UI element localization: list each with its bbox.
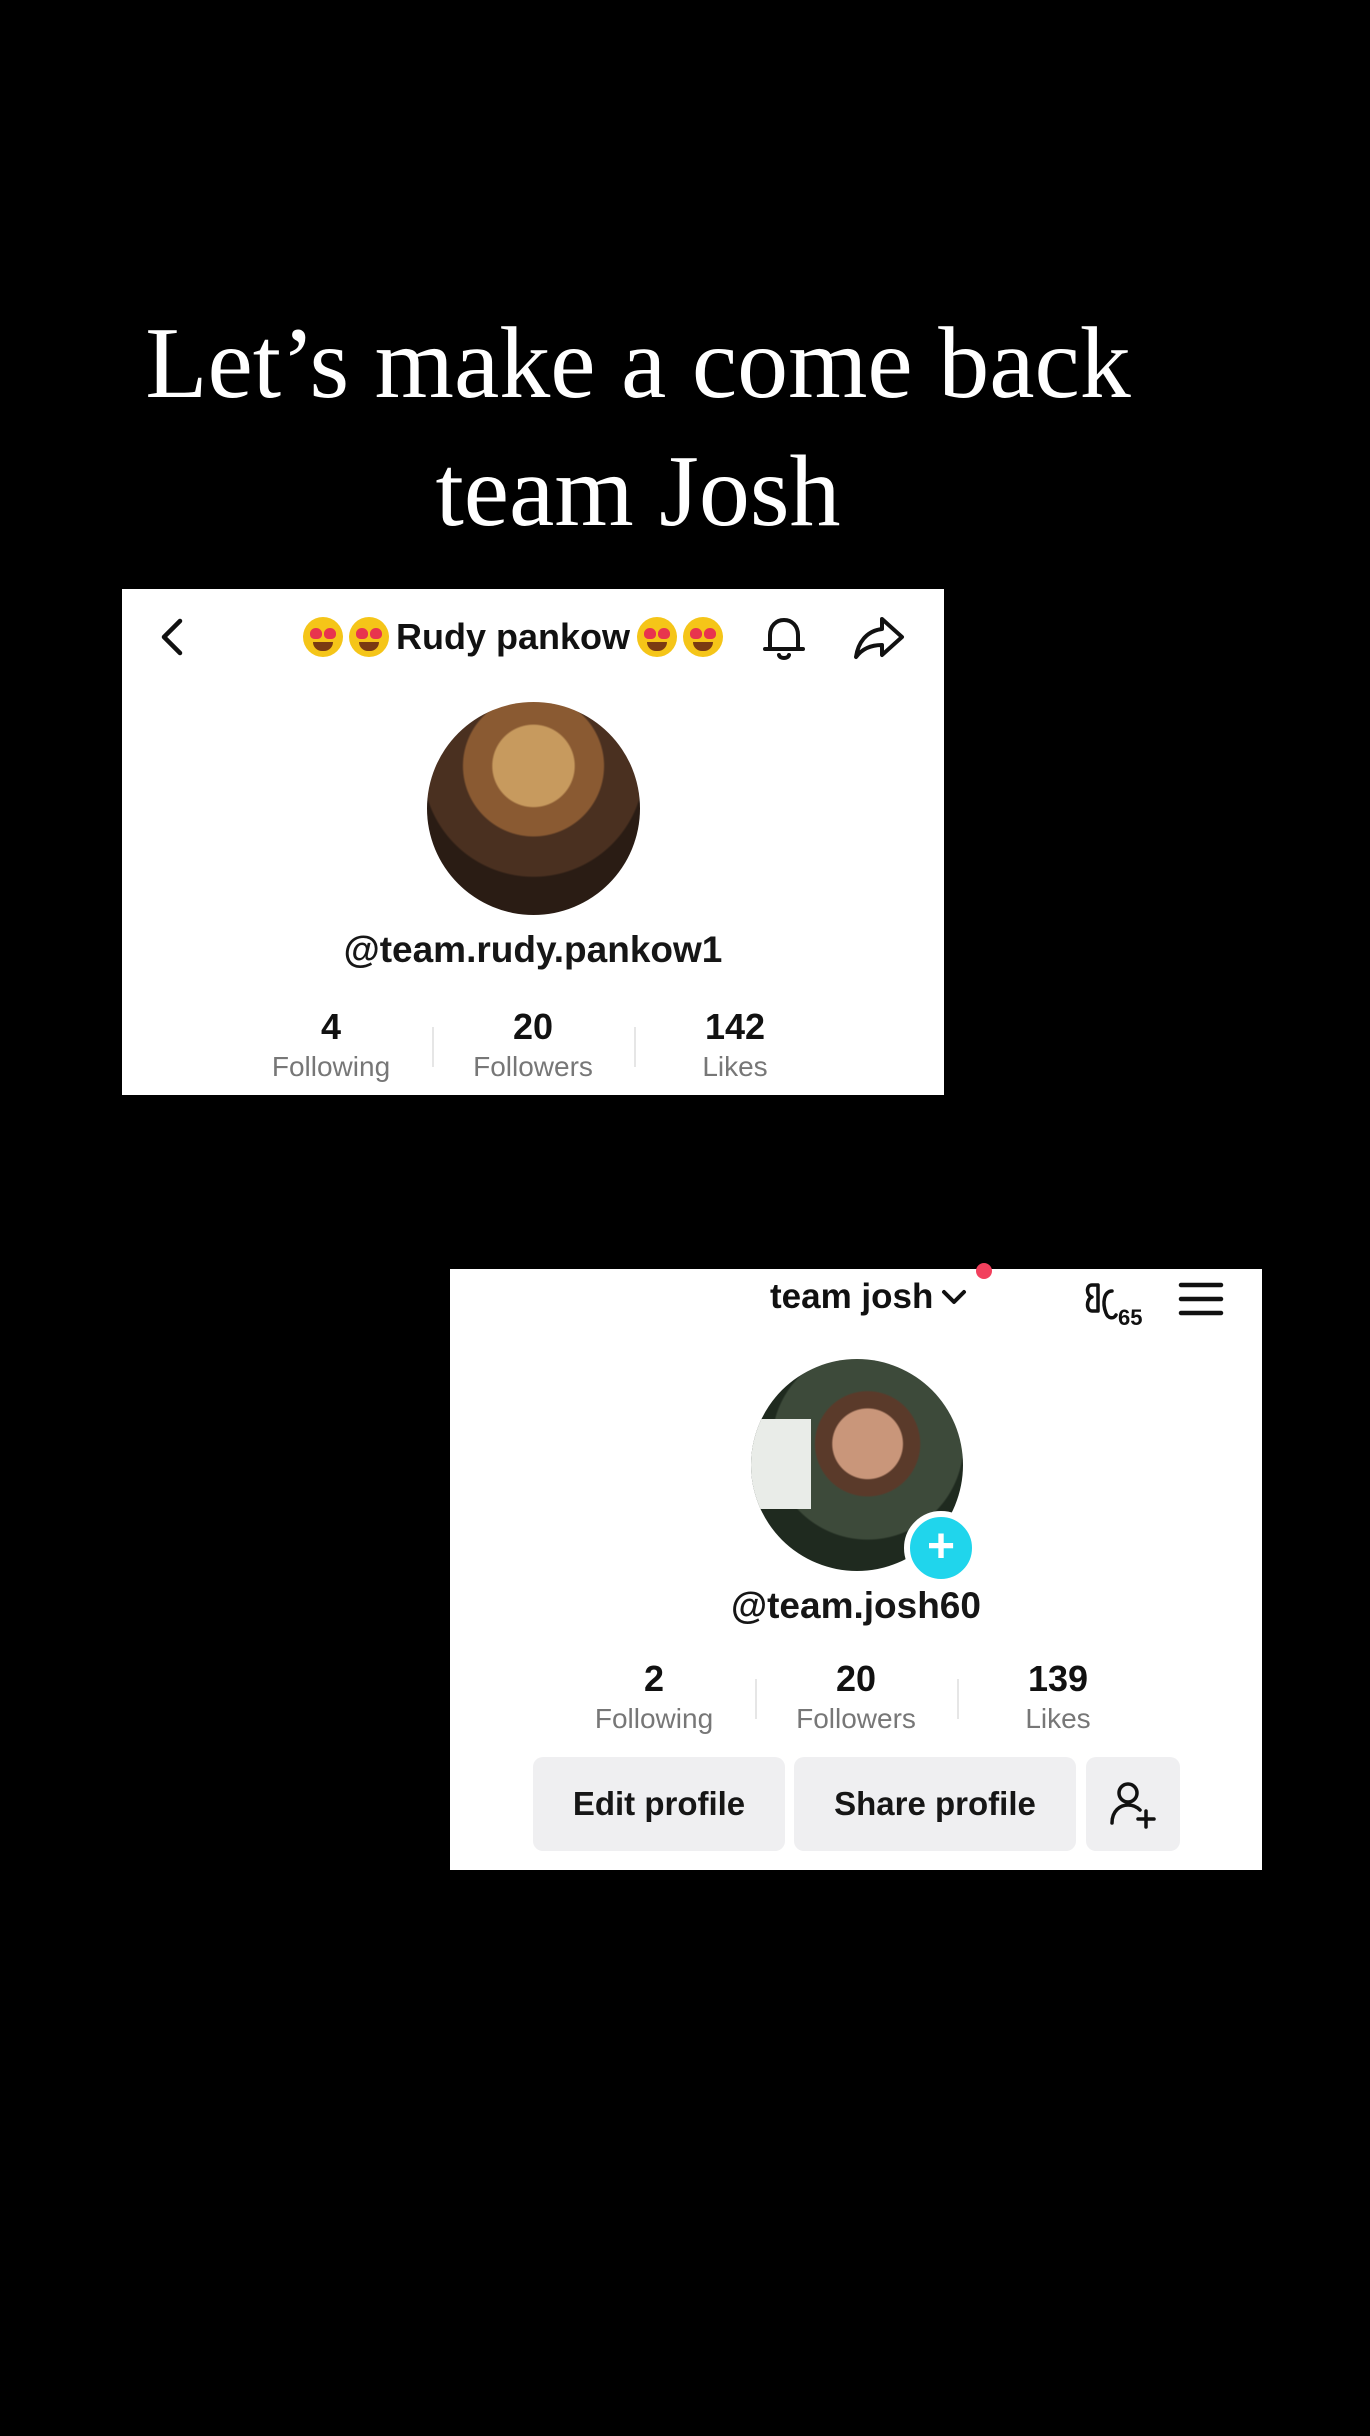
stat-followers[interactable]: 20 Followers xyxy=(755,1657,957,1737)
avatar[interactable] xyxy=(427,702,640,915)
heart-eyes-emoji-icon xyxy=(683,617,724,657)
stat-label: Followers xyxy=(796,1703,916,1734)
stat-label: Following xyxy=(271,1051,391,1082)
profile-top-bar: Rudy pankow xyxy=(122,589,944,685)
stat-label: Following xyxy=(594,1703,714,1734)
stat-value: 2 xyxy=(643,1658,665,1699)
profile-handle: @team.josh60 xyxy=(731,1585,981,1626)
share-arrow-icon[interactable] xyxy=(850,609,908,665)
headline-line-2: team Josh xyxy=(435,435,841,548)
chevron-left-icon[interactable] xyxy=(150,613,198,661)
stat-value: 142 xyxy=(704,1006,766,1047)
profile-title: Rudy pankow xyxy=(300,611,726,663)
stat-likes[interactable]: 142 Likes xyxy=(634,1005,836,1085)
plus-icon[interactable]: + xyxy=(904,1511,978,1585)
heart-eyes-emoji-icon xyxy=(349,617,389,657)
stat-value: 139 xyxy=(1027,1658,1089,1699)
creator-score-icon[interactable]: 65 xyxy=(1082,1273,1152,1333)
account-name: team josh xyxy=(770,1277,934,1316)
add-friend-button[interactable] xyxy=(1086,1757,1180,1851)
stat-following[interactable]: 2 Following xyxy=(553,1657,755,1737)
profile-stats: 4 Following 20 Followers 142 Likes xyxy=(230,1005,836,1085)
headline: Let’s make a come back team Josh xyxy=(0,300,1276,556)
stat-label: Likes xyxy=(702,1051,768,1082)
add-user-icon xyxy=(1110,1782,1156,1829)
hamburger-menu-icon[interactable] xyxy=(1177,1277,1225,1321)
stat-following[interactable]: 4 Following xyxy=(230,1005,432,1085)
account-switcher[interactable]: team josh xyxy=(770,1277,969,1317)
stat-value: 20 xyxy=(512,1006,554,1047)
profile-stats: 2 Following 20 Followers 139 Likes xyxy=(553,1657,1159,1737)
share-profile-button[interactable]: Share profile xyxy=(794,1757,1076,1851)
notification-dot xyxy=(976,1263,992,1279)
profile-handle: @team.rudy.pankow1 xyxy=(343,929,723,970)
stat-value: 4 xyxy=(320,1006,342,1047)
chevron-down-icon xyxy=(942,1290,967,1304)
heart-eyes-emoji-icon xyxy=(303,617,343,657)
stat-likes[interactable]: 139 Likes xyxy=(957,1657,1159,1737)
profile-title-text: Rudy pankow xyxy=(396,616,631,657)
stat-label: Likes xyxy=(1025,1703,1091,1734)
rudy-profile-card: Rudy pankow @team.rudy.pankow1 4 Followi… xyxy=(122,589,944,1095)
heart-eyes-emoji-icon xyxy=(637,617,678,657)
headline-line-1: Let’s make a come back xyxy=(145,307,1131,420)
stat-value: 20 xyxy=(835,1658,877,1699)
stat-label: Followers xyxy=(473,1051,593,1082)
score-badge-text: 65 xyxy=(1118,1305,1142,1330)
bell-icon[interactable] xyxy=(756,609,812,665)
josh-profile-card: team josh 65 + @team.josh60 2 Following … xyxy=(450,1263,1262,1870)
edit-profile-button[interactable]: Edit profile xyxy=(533,1757,785,1851)
stat-followers[interactable]: 20 Followers xyxy=(432,1005,634,1085)
